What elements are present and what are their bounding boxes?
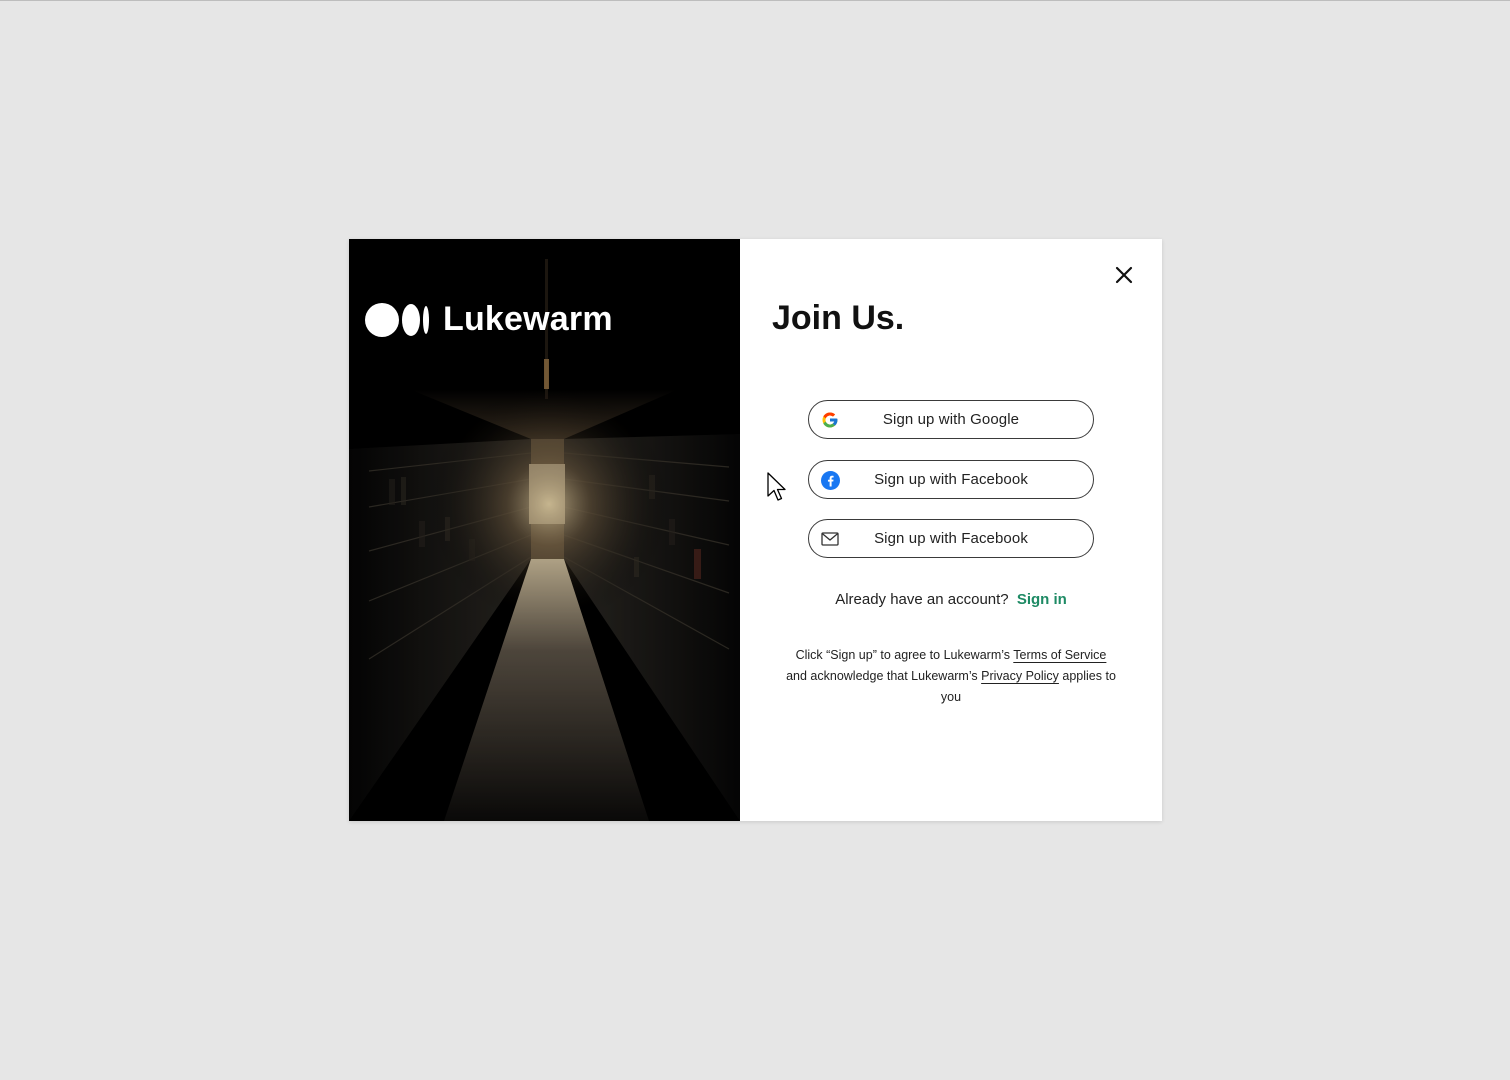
lukewarm-logo-icon: [365, 302, 429, 337]
legal-text: Click “Sign up” to agree to Lukewarm’s T…: [784, 645, 1118, 708]
legal-text-part1: Click “Sign up” to agree to Lukewarm’s: [795, 648, 1014, 662]
google-signup-button[interactable]: Sign up with Google: [808, 400, 1094, 439]
facebook-icon: [820, 470, 840, 490]
signin-prompt: Already have an account?: [835, 591, 1009, 608]
signup-modal: Lukewarm Join Us. Sign up with Google Si…: [349, 239, 1162, 821]
mail-icon: [820, 529, 840, 549]
hero-panel: Lukewarm: [349, 239, 740, 821]
google-icon: [820, 410, 840, 430]
facebook-signup-button[interactable]: Sign up with Facebook: [808, 460, 1094, 499]
email-signup-label: Sign up with Facebook: [874, 530, 1028, 547]
top-border-line: [0, 0, 1510, 1]
legal-text-part2: and acknowledge that Lukewarm’s: [786, 669, 982, 683]
signin-row: Already have an account? Sign in: [740, 591, 1162, 608]
privacy-policy-link[interactable]: Privacy Policy: [981, 669, 1059, 683]
brand-name: Lukewarm: [443, 300, 613, 338]
brand: Lukewarm: [365, 300, 613, 339]
email-signup-button[interactable]: Sign up with Facebook: [808, 519, 1094, 558]
dialog-title: Join Us.: [772, 299, 905, 337]
signup-panel: Join Us. Sign up with Google Sign up wit…: [740, 239, 1162, 821]
terms-of-service-link[interactable]: Terms of Service: [1013, 648, 1106, 662]
signin-link[interactable]: Sign in: [1017, 591, 1067, 608]
facebook-signup-label: Sign up with Facebook: [874, 471, 1028, 488]
google-signup-label: Sign up with Google: [882, 411, 1020, 428]
close-icon[interactable]: [1114, 265, 1134, 285]
